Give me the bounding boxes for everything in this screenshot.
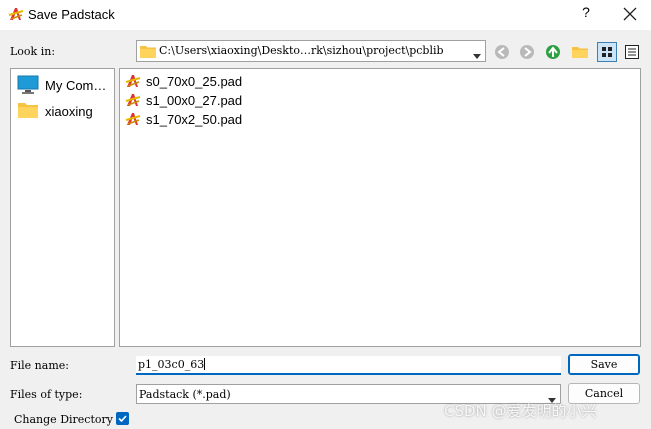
folder-icon (140, 44, 156, 61)
look-in-path: C:\Users\xiaoxing\Deskto…rk\sizhou\proje… (159, 44, 444, 57)
watermark: CSDN @爱发明的小兴 (444, 402, 597, 420)
file-name: s1_70x2_50.pad (146, 112, 243, 127)
file-name-value: p1_03c0_63 (138, 358, 205, 371)
file-name: s0_70x0_25.pad (146, 74, 243, 89)
dropdown-arrow-icon (473, 48, 481, 62)
back-icon (495, 45, 509, 59)
file-name-label: File name: (10, 359, 69, 372)
close-button[interactable] (618, 3, 642, 25)
file-type-label: Files of type: (10, 388, 83, 401)
detail-view-button[interactable] (622, 42, 642, 62)
parent-folder-icon (546, 45, 560, 59)
padstack-file-icon (125, 92, 141, 111)
close-icon (623, 7, 637, 21)
list-view-icon (602, 47, 612, 57)
look-in-combobox[interactable]: C:\Users\xiaoxing\Deskto…rk\sizhou\proje… (136, 40, 486, 62)
save-button[interactable]: Save (568, 354, 640, 375)
sidebar-item-label: xiaoxing (45, 104, 93, 119)
sidebar-item-xiaoxing[interactable]: xiaoxing (17, 100, 113, 122)
forward-button[interactable] (517, 42, 537, 62)
text-caret (204, 358, 206, 370)
parent-folder-button[interactable] (543, 42, 563, 62)
sidebar: My Com… xiaoxing (10, 68, 115, 347)
change-directory-checkbox[interactable] (116, 412, 129, 425)
padstack-file-icon (125, 111, 141, 130)
title-bar: Save Padstack ? (0, 0, 651, 30)
new-folder-icon (572, 47, 588, 58)
sidebar-item-my-computer[interactable]: My Com… (17, 74, 113, 96)
file-name: s1_00x0_27.pad (146, 93, 243, 108)
padstack-app-icon (8, 6, 24, 22)
change-directory-label: Change Directory (14, 413, 113, 426)
sidebar-item-label: My Com… (45, 78, 107, 93)
list-view-button[interactable] (597, 42, 617, 62)
forward-icon (520, 45, 534, 59)
computer-icon (17, 75, 39, 98)
detail-view-icon (625, 45, 639, 59)
new-folder-button[interactable] (570, 42, 590, 62)
file-type-value: Padstack (*.pad) (139, 388, 231, 401)
file-list: s0_70x0_25.pad s1_00x0_27.pad s1_70x2_50… (119, 68, 641, 347)
checkmark-icon (118, 415, 127, 423)
window-title: Save Padstack (28, 7, 115, 22)
file-name-input[interactable]: p1_03c0_63 (136, 356, 561, 375)
padstack-file-icon (125, 73, 141, 92)
look-in-label: Look in: (10, 45, 56, 58)
back-button[interactable] (492, 42, 512, 62)
folder-icon (17, 101, 39, 122)
help-button[interactable]: ? (576, 4, 596, 24)
